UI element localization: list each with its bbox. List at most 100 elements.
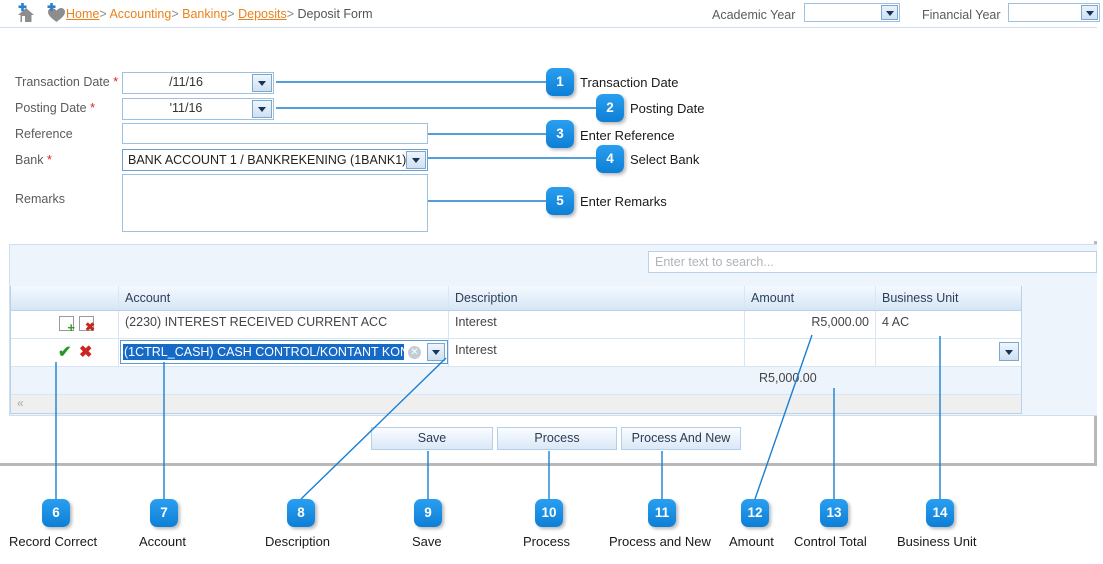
breadcrumb-sep: > xyxy=(227,7,235,21)
grid-total-row: R5,000.00 xyxy=(11,367,1021,395)
column-header-amount[interactable]: Amount xyxy=(745,286,876,310)
chevron-down-icon[interactable] xyxy=(1081,5,1098,20)
callout-label-2: Posting Date xyxy=(630,101,705,116)
total-spacer xyxy=(449,367,745,394)
home-plus-icon[interactable] xyxy=(15,3,37,25)
financial-year-label: Financial Year xyxy=(922,8,1001,22)
column-header-account[interactable]: Account xyxy=(119,286,449,310)
total-spacer xyxy=(119,367,449,394)
remarks-label: Remarks xyxy=(15,192,66,206)
grid-horizontal-scrollbar[interactable]: « xyxy=(11,395,1021,413)
required-marker: * xyxy=(46,153,52,167)
breadcrumb-bar: Home> Accounting> Banking> Deposits> Dep… xyxy=(0,0,1100,28)
breadcrumb-item-deposits[interactable]: Deposits xyxy=(238,7,287,21)
cell-business-unit[interactable]: 4 AC xyxy=(876,311,1021,338)
grid-search: Enter text to search... xyxy=(648,251,1097,273)
callout-badge-5: 5 xyxy=(546,187,574,215)
bank-label: Bank * xyxy=(15,153,52,167)
bank-select[interactable]: BANK ACCOUNT 1 / BANKREKENING (1BANK1) xyxy=(122,149,428,171)
required-marker: * xyxy=(90,101,95,115)
remarks-textarea[interactable] xyxy=(122,174,428,232)
total-spacer xyxy=(876,367,1021,394)
cell-description[interactable]: Interest xyxy=(449,339,745,366)
callout-label-6: Record Correct xyxy=(9,534,98,549)
academic-year-label: Academic Year xyxy=(712,8,796,22)
cell-description[interactable]: Interest xyxy=(449,311,745,338)
callout-badge-9: 9 xyxy=(414,499,442,527)
bank-value: BANK ACCOUNT 1 / BANKREKENING (1BANK1) xyxy=(128,153,407,167)
process-button[interactable]: Process xyxy=(497,427,617,450)
row-actions-cell: + ✖ xyxy=(11,311,119,338)
process-and-new-button[interactable]: Process And New xyxy=(621,427,741,450)
cell-amount[interactable] xyxy=(745,339,876,366)
callout-label-13: Control Total xyxy=(794,534,867,549)
chevron-down-icon[interactable] xyxy=(881,5,898,20)
breadcrumb-item-accounting[interactable]: Accounting xyxy=(109,7,171,21)
posting-date-value: '11/16 xyxy=(169,101,203,115)
breadcrumb-item-banking[interactable]: Banking xyxy=(182,7,227,21)
callout-label-9: Save xyxy=(412,534,442,549)
breadcrumb-item-deposit-form: Deposit Form xyxy=(297,7,373,21)
save-button[interactable]: Save xyxy=(371,427,493,450)
callout-label-1: Transaction Date xyxy=(580,75,679,90)
clear-icon[interactable]: ✕ xyxy=(408,346,421,359)
cell-account-editor[interactable]: (1CTRL_CASH) CASH CONTROL/KONTANT KONTRO… xyxy=(119,339,449,366)
required-marker: * xyxy=(113,75,119,89)
callout-badge-13: 13 xyxy=(820,499,848,527)
callout-badge-14: 14 xyxy=(926,499,954,527)
academic-year-select[interactable] xyxy=(804,3,900,22)
search-placeholder: Enter text to search... xyxy=(655,255,774,269)
transaction-date-input[interactable]: /11/16 xyxy=(122,72,274,94)
callout-label-3: Enter Reference xyxy=(580,128,675,143)
delete-row-icon[interactable]: ✖ xyxy=(79,316,95,333)
posting-date-label: Posting Date * xyxy=(15,101,95,115)
callout-badge-12: 12 xyxy=(741,499,769,527)
table-row-editing[interactable]: ✔ ✖ (1CTRL_CASH) CASH CONTROL/KONTANT KO… xyxy=(11,339,1021,367)
account-selected-text: (1CTRL_CASH) CASH CONTROL/KONTANT KONTRO xyxy=(123,344,404,360)
transaction-date-value: /11/16 xyxy=(169,75,203,89)
account-combobox[interactable]: (1CTRL_CASH) CASH CONTROL/KONTANT KONTRO… xyxy=(120,340,448,364)
callout-badge-7: 7 xyxy=(150,499,178,527)
chevron-down-icon[interactable] xyxy=(427,343,445,361)
callout-badge-2: 2 xyxy=(596,94,624,122)
grid-header-row: Account Description Amount Business Unit xyxy=(11,286,1021,311)
callout-label-14: Business Unit xyxy=(897,534,977,549)
column-header-description[interactable]: Description xyxy=(449,286,745,310)
breadcrumb-sep: > xyxy=(171,7,179,21)
scroll-left-icon[interactable]: « xyxy=(17,396,24,410)
breadcrumb: Home> Accounting> Banking> Deposits> Dep… xyxy=(66,7,373,21)
total-spacer xyxy=(11,367,119,394)
screenshot-root: Home> Accounting> Banking> Deposits> Dep… xyxy=(0,0,1103,564)
callout-label-12: Amount xyxy=(729,534,774,549)
table-row[interactable]: + ✖ (2230) INTEREST RECEIVED CURRENT ACC… xyxy=(11,311,1021,339)
callout-label-4: Select Bank xyxy=(630,152,700,167)
callout-badge-8: 8 xyxy=(287,499,315,527)
breadcrumb-item-home[interactable]: Home xyxy=(66,7,99,21)
chevron-down-icon[interactable] xyxy=(999,342,1019,361)
add-row-icon[interactable]: + xyxy=(59,316,75,334)
calendar-dropdown-icon[interactable] xyxy=(252,74,272,92)
financial-year-select[interactable] xyxy=(1008,3,1100,22)
callout-label-11: Process and New xyxy=(609,534,711,549)
callout-badge-1: 1 xyxy=(546,68,574,96)
reference-input[interactable] xyxy=(122,123,428,144)
cell-business-unit-editor[interactable] xyxy=(876,339,1021,366)
breadcrumb-sep: > xyxy=(99,7,107,21)
cell-amount[interactable]: R5,000.00 xyxy=(745,311,876,338)
confirm-icon[interactable]: ✔ xyxy=(58,342,71,362)
column-header-actions[interactable] xyxy=(11,286,119,310)
chevron-down-icon[interactable] xyxy=(406,151,426,169)
search-input[interactable]: Enter text to search... xyxy=(648,251,1097,273)
calendar-dropdown-icon[interactable] xyxy=(252,100,272,118)
cell-account[interactable]: (2230) INTEREST RECEIVED CURRENT ACC xyxy=(119,311,449,338)
control-total-value: R5,000.00 xyxy=(759,371,817,385)
reference-label: Reference xyxy=(15,127,73,141)
posting-date-input[interactable]: '11/16 xyxy=(122,98,274,120)
column-header-business-unit[interactable]: Business Unit xyxy=(876,286,1021,310)
heart-plus-icon[interactable] xyxy=(45,3,67,25)
callout-badge-6: 6 xyxy=(42,499,70,527)
callout-label-8: Description xyxy=(265,534,331,549)
callout-badge-4: 4 xyxy=(596,145,624,173)
cancel-icon[interactable]: ✖ xyxy=(79,342,92,362)
callout-label-5: Enter Remarks xyxy=(580,194,667,209)
